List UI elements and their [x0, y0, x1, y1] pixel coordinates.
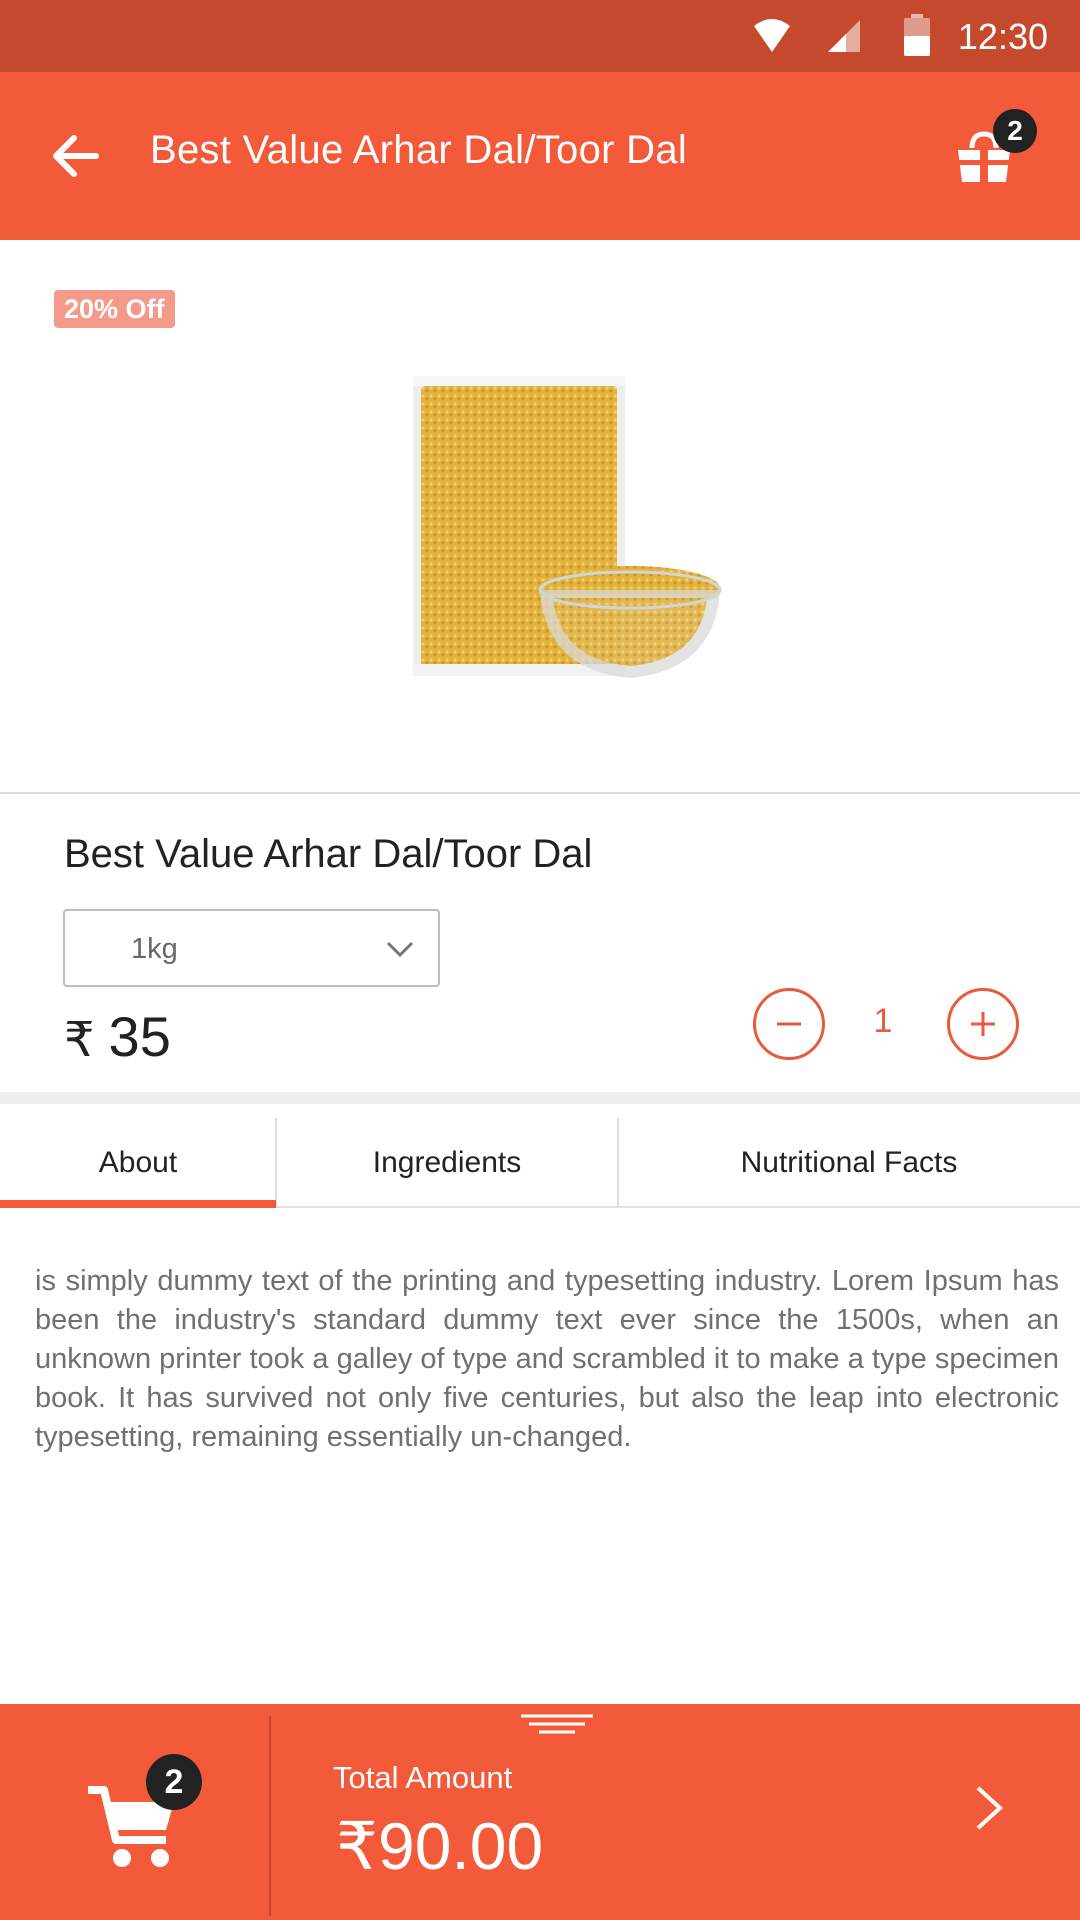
- tab-nutritional-facts[interactable]: Nutritional Facts: [618, 1104, 1080, 1208]
- active-tab-indicator: [0, 1200, 276, 1208]
- minus-icon: [777, 1022, 801, 1026]
- section-separator: [0, 1092, 1080, 1104]
- price-value: 35: [108, 1005, 171, 1068]
- weight-value: 1kg: [131, 933, 178, 965]
- tab-about[interactable]: About: [0, 1104, 276, 1208]
- total-amount: ₹90.00: [336, 1809, 544, 1883]
- wifi-icon: [754, 19, 790, 52]
- discount-badge: 20% Off: [54, 290, 175, 328]
- weight-dropdown[interactable]: 1kg: [63, 909, 440, 987]
- cart-count-badge: 2: [146, 1754, 202, 1810]
- chevron-right-icon[interactable]: [962, 1768, 1018, 1848]
- plus-icon: [971, 1012, 995, 1036]
- status-bar: 12:30: [0, 0, 1080, 72]
- quantity-value: 1: [873, 1002, 893, 1040]
- quantity-decrease-button[interactable]: [753, 988, 825, 1060]
- quantity-increase-button[interactable]: [947, 988, 1019, 1060]
- product-name: Best Value Arhar Dal/Toor Dal: [64, 832, 593, 876]
- product-price: ₹35: [64, 1004, 171, 1069]
- currency-symbol: ₹: [64, 1014, 95, 1067]
- product-image: [413, 376, 722, 678]
- drag-handle-icon[interactable]: [517, 1710, 597, 1740]
- tab-ingredients[interactable]: Ingredients: [276, 1104, 618, 1208]
- page-title: Best Value Arhar Dal/Toor Dal: [150, 128, 688, 172]
- battery-icon: [904, 14, 930, 56]
- about-description: is simply dummy text of the printing and…: [35, 1265, 1059, 1453]
- status-time: 12:30: [957, 16, 1048, 57]
- chevron-down-icon: [386, 941, 414, 958]
- info-tabs: About Ingredients Nutritional Facts: [0, 1104, 1080, 1208]
- checkout-bar[interactable]: 2 Total Amount ₹90.00: [0, 1704, 1080, 1920]
- signal-icon: [828, 20, 860, 52]
- app-bar: Best Value Arhar Dal/Toor Dal 2: [0, 72, 1080, 240]
- bag-count-badge: 2: [993, 109, 1037, 153]
- total-label: Total Amount: [333, 1760, 513, 1795]
- back-arrow-icon[interactable]: [46, 126, 106, 186]
- divider: [269, 1716, 271, 1916]
- divider: [0, 792, 1080, 794]
